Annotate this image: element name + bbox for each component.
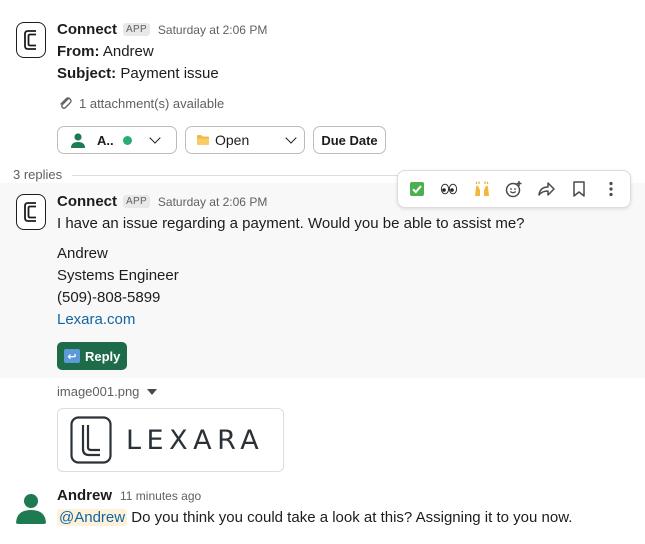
user-avatar[interactable]	[13, 488, 49, 524]
user-silhouette-icon	[13, 488, 49, 524]
connect-logo-icon	[24, 30, 36, 50]
user-icon	[71, 133, 85, 148]
website-link[interactable]: Lexara.com	[57, 309, 135, 331]
white-check-mark-reaction-icon[interactable]	[406, 177, 428, 201]
app-badge: APP	[123, 195, 150, 208]
subject-line: Subject: Payment issue	[57, 63, 219, 85]
assignee-select[interactable]: A..	[57, 126, 177, 154]
connect-logo-icon	[24, 202, 36, 222]
forward-icon[interactable]	[535, 177, 557, 201]
status-select[interactable]: Open	[185, 126, 305, 154]
signature-title: Systems Engineer	[57, 267, 179, 284]
reply-button[interactable]: ↩ Reply	[57, 342, 128, 370]
replies-count[interactable]: 3 replies	[13, 167, 62, 182]
attachment-filename: image001.png	[57, 384, 140, 399]
sender-name[interactable]: Connect	[57, 193, 117, 210]
from-line: From: Andrew	[57, 41, 154, 63]
signature-name: Andrew	[57, 245, 108, 262]
due-date-button[interactable]: Due Date	[313, 126, 386, 154]
subject-label: Subject:	[57, 65, 117, 82]
chevron-down-icon	[285, 132, 297, 144]
connect-app-avatar[interactable]	[16, 22, 46, 58]
more-actions-icon[interactable]	[600, 177, 622, 201]
user-mention[interactable]: @Andrew	[57, 509, 128, 526]
signature-phone: (509)-808-5899	[57, 289, 161, 306]
assignee-name: A..	[97, 132, 114, 148]
attachments-notice[interactable]: 1 attachment(s) available	[57, 95, 224, 111]
reply-arrow-icon: ↩	[64, 349, 80, 363]
paperclip-icon	[60, 97, 72, 109]
message-header: Andrew 11 minutes ago	[57, 487, 201, 504]
chevron-down-icon	[148, 132, 161, 144]
sender-name[interactable]: Andrew	[57, 487, 112, 504]
caret-down-icon	[147, 388, 158, 395]
from-label: From:	[57, 43, 100, 60]
lexara-logo-icon	[70, 416, 112, 464]
sender-name[interactable]: Connect	[57, 21, 117, 38]
message-body: I have an issue regarding a payment. Wou…	[57, 215, 525, 232]
timestamp[interactable]: Saturday at 2:06 PM	[158, 195, 267, 209]
message-body: @Andrew Do you think you could take a lo…	[57, 507, 572, 529]
status-value: Open	[215, 132, 250, 148]
attachment-image[interactable]: LEXARA	[57, 408, 284, 472]
app-badge: APP	[123, 23, 150, 36]
due-date-label: Due Date	[321, 132, 378, 148]
attachments-text: 1 attachment(s) available	[79, 95, 225, 111]
raised-hands-reaction-icon[interactable]	[471, 177, 493, 201]
folder-icon	[197, 135, 209, 145]
replies-divider	[72, 175, 402, 176]
connect-app-avatar[interactable]	[16, 194, 46, 230]
message-actions-toolbar	[397, 170, 631, 208]
message-header: Connect APP Saturday at 2:06 PM	[57, 193, 267, 210]
message-text: Do you think you could take a look at th…	[127, 509, 573, 526]
from-value: Andrew	[102, 43, 154, 60]
subject-value: Payment issue	[120, 65, 219, 82]
add-reaction-icon[interactable]	[503, 177, 525, 201]
reply-label: Reply	[85, 348, 121, 364]
message-header: Connect APP Saturday at 2:06 PM	[57, 21, 267, 38]
attachment-filename-toggle[interactable]: image001.png	[57, 384, 158, 399]
timestamp[interactable]: 11 minutes ago	[120, 489, 201, 503]
eyes-reaction-icon[interactable]	[438, 177, 460, 201]
logo-wordmark: LEXARA	[126, 424, 265, 456]
timestamp[interactable]: Saturday at 2:06 PM	[158, 23, 267, 37]
presence-indicator	[122, 135, 132, 145]
bookmark-icon[interactable]	[567, 177, 589, 201]
